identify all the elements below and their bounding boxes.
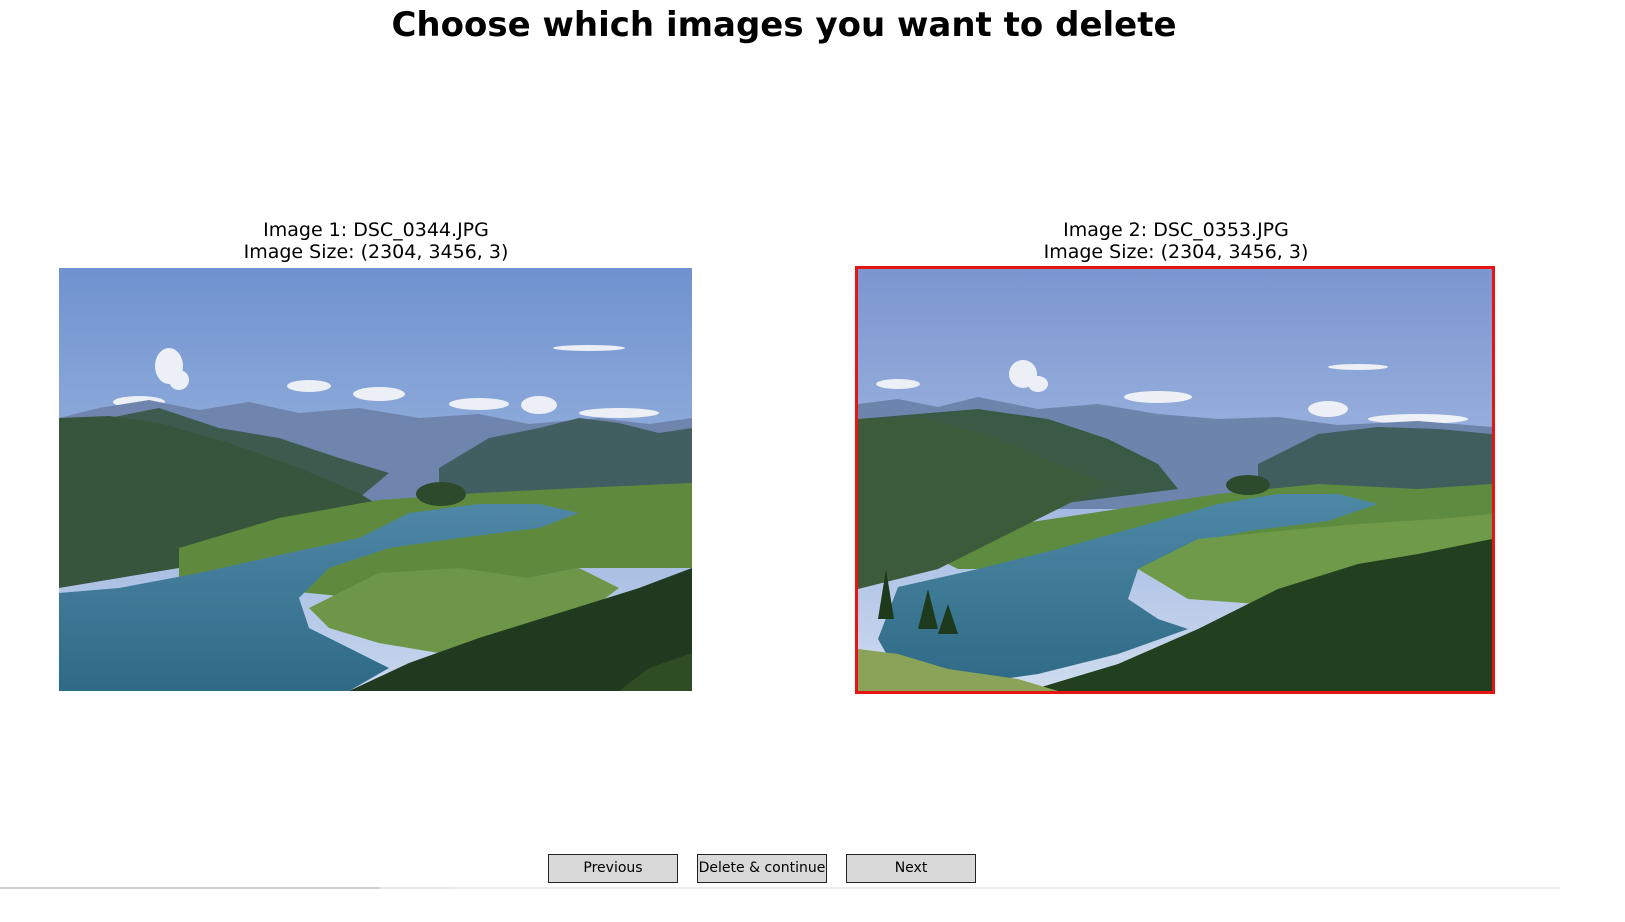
image-1-thumbnail[interactable] (59, 268, 692, 691)
page-title: Choose which images you want to delete (391, 5, 1177, 45)
lake-landscape-photo-1 (59, 268, 692, 691)
image-2-filename: Image 2: DSC_0353.JPG (1063, 219, 1289, 241)
previous-button[interactable]: Previous (548, 854, 678, 883)
bottom-divider (0, 887, 1560, 889)
lake-landscape-photo-2 (858, 269, 1492, 691)
image-2-thumbnail[interactable] (855, 266, 1495, 694)
image-1-caption: Image 1: DSC_0344.JPG Image Size: (2304,… (60, 219, 692, 263)
delete-continue-button[interactable]: Delete & continue (697, 854, 827, 883)
image-2-caption: Image 2: DSC_0353.JPG Image Size: (2304,… (858, 219, 1494, 263)
next-button[interactable]: Next (846, 854, 976, 883)
image-2-size: Image Size: (2304, 3456, 3) (1043, 241, 1309, 263)
image-1-filename: Image 1: DSC_0344.JPG (263, 219, 489, 241)
image-1-size: Image Size: (2304, 3456, 3) (243, 241, 509, 263)
